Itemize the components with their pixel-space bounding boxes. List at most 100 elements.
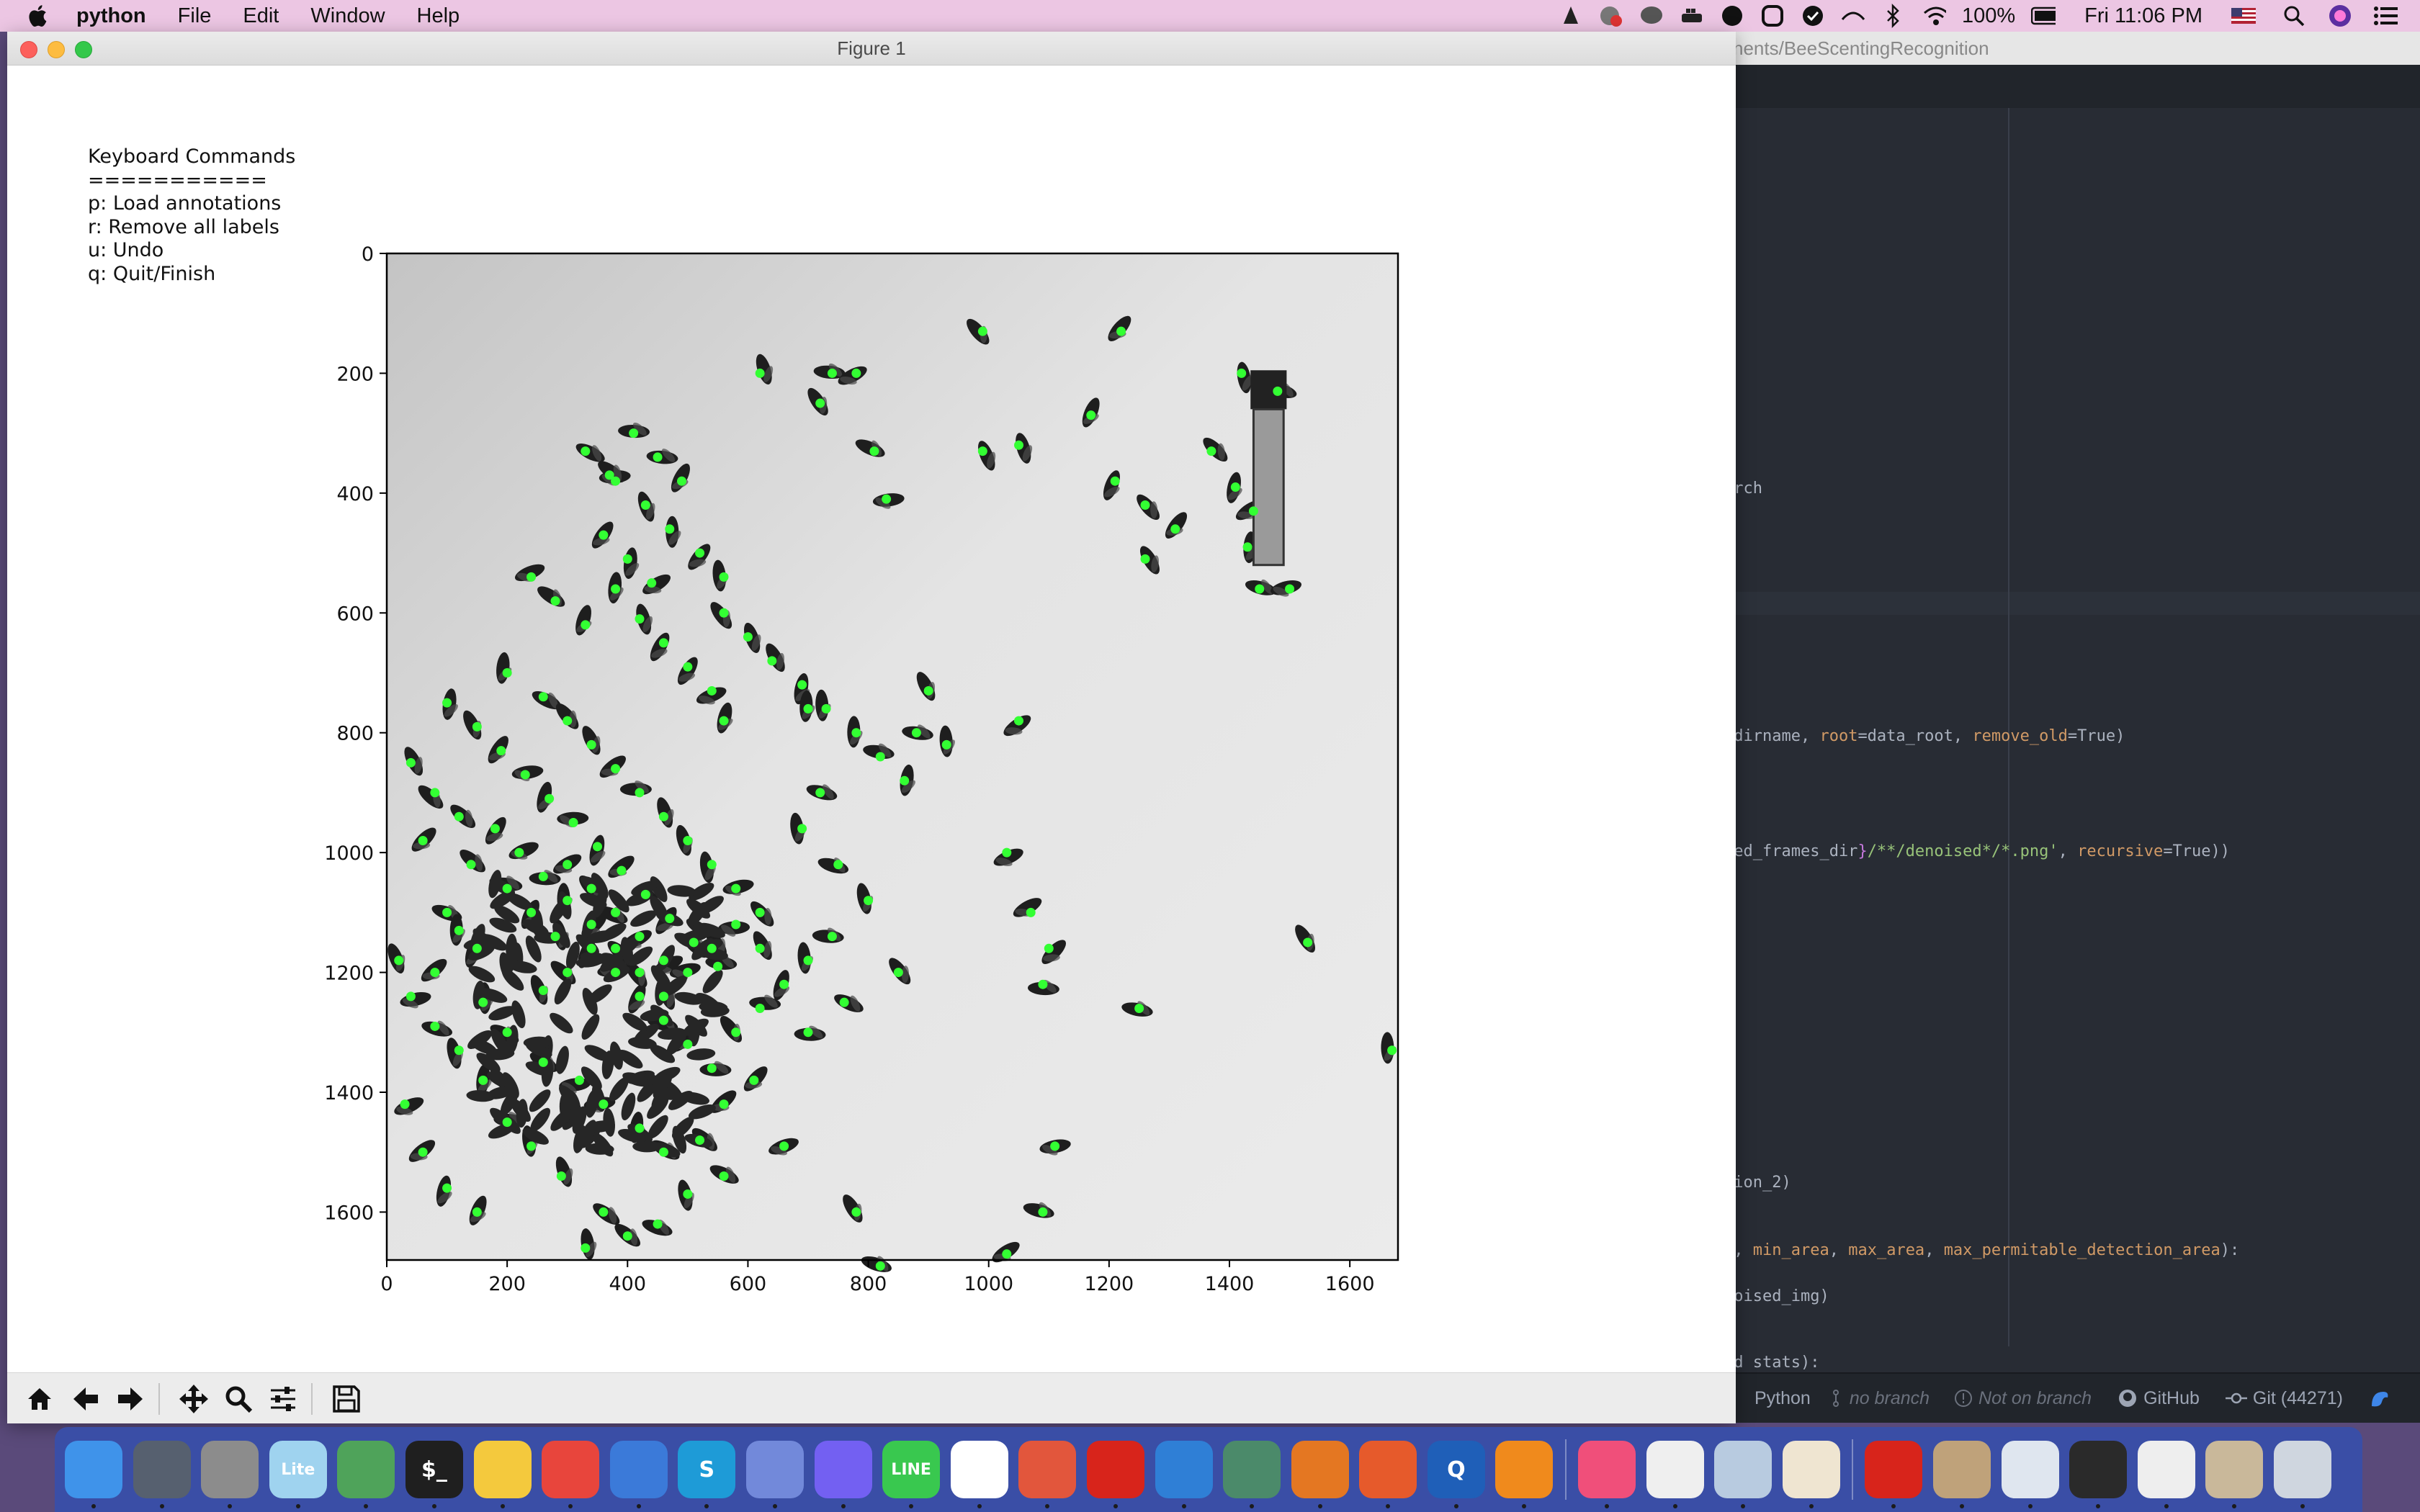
dock-pdf-doc-icon[interactable] [1865,1441,1923,1508]
dock-pinwheel-icon[interactable] [1782,1441,1840,1508]
annotation-marker [1140,554,1150,564]
status-area: 100% Fri 11:06 PM [1543,0,2398,32]
annotation-marker [683,1039,693,1049]
dock-slack-icon[interactable] [950,1441,1008,1508]
docker-status-icon[interactable] [1680,4,1704,28]
dock-textedit-icon[interactable] [1646,1441,1704,1508]
dock-line-icon[interactable]: LINE [882,1441,941,1508]
code-token: , [2058,842,2078,860]
menu-help[interactable]: Help [417,4,460,28]
dock-atom-icon[interactable] [1223,1441,1281,1508]
dock-document-2-icon[interactable] [2137,1441,2195,1508]
battery-icon[interactable] [2031,4,2056,28]
dock-browser-window-icon[interactable] [2205,1441,2264,1508]
dock-chrome-icon[interactable] [542,1441,600,1508]
dock-skype-icon[interactable]: S [678,1441,736,1508]
figure-window: Figure 1 Keyboard Commands =========== p: … [7,32,1736,1423]
bluetooth-icon[interactable] [1881,4,1906,28]
annotation-marker [882,494,892,504]
line-status-icon[interactable] [1639,4,1664,28]
annotation-marker [611,968,621,978]
running-indicator [841,1504,846,1508]
wifi-icon[interactable] [1922,4,1946,28]
running-indicator [977,1504,982,1508]
annotation-marker [454,1045,464,1056]
apple-menu-icon[interactable] [26,3,52,29]
annotation-marker [821,703,831,714]
zoom-button[interactable] [220,1382,256,1416]
plot-area[interactable]: 0 200 400 600 800 1000 1200 1400 1600 0 200 400 600 8… [7,65,1736,1372]
menu-app-python[interactable]: python [76,4,146,28]
dock-discord-icon[interactable] [745,1441,804,1508]
running-indicator [2164,1504,2169,1508]
viber-status-icon[interactable] [1720,4,1744,28]
dock-vlc-icon[interactable] [1495,1441,1554,1508]
dock-itunes-icon[interactable] [1578,1441,1636,1508]
dock-terminal-window-icon[interactable] [2069,1441,2128,1508]
dock-document-1-icon[interactable] [2001,1441,2059,1508]
save-button[interactable] [328,1382,364,1416]
dock-quicktime-icon[interactable]: Q [1427,1441,1485,1508]
notification-center-icon[interactable] [2374,4,2398,28]
forward-button[interactable] [112,1382,148,1416]
running-indicator [1113,1504,1118,1508]
screen-status-icon[interactable] [1760,4,1785,28]
menu-edit[interactable]: Edit [243,4,279,28]
vcs-status[interactable]: Not on branch [1954,1388,2092,1409]
image-axes[interactable]: 0 200 400 600 800 1000 1200 1400 1600 0 200 400 600 8… [324,243,1399,1295]
dock-keynote-icon[interactable] [1155,1441,1213,1508]
dock-network-utility-icon[interactable] [337,1441,395,1508]
squirrel-update-icon[interactable] [2369,1387,2390,1409]
back-button[interactable] [68,1382,104,1416]
vlc-status-icon[interactable] [1559,4,1583,28]
dock-viber-icon[interactable] [814,1441,872,1508]
annotation-marker [803,1027,813,1038]
annotation-marker [1387,1045,1397,1056]
dock-preview-icon[interactable] [1714,1441,1773,1508]
language-indicator[interactable]: Python [1754,1388,1811,1409]
home-button[interactable] [22,1382,58,1416]
dock-matlab-icon[interactable] [1291,1441,1349,1508]
dock-acrobat-icon[interactable] [1086,1441,1144,1508]
x-tick-label: 0 [380,1273,393,1295]
branch-indicator[interactable]: no branch [1832,1388,1930,1409]
menu-file[interactable]: File [178,4,212,28]
editor-tab-bar [1721,65,2420,108]
monitor-status-icon[interactable] [1599,4,1623,28]
dock-system-preferences-icon[interactable] [201,1441,259,1508]
annotation-marker [640,889,650,899]
dock-icon-label: LINE [891,1460,931,1479]
checkmark-status-icon[interactable] [1801,4,1825,28]
x-tick-label: 400 [609,1273,647,1295]
annotation-marker [568,818,578,828]
dock-remote-desktop-icon[interactable] [1018,1441,1077,1508]
menu-window[interactable]: Window [310,4,385,28]
annotation-marker [490,824,500,834]
pan-button[interactable] [176,1382,212,1416]
dock-trash-icon[interactable] [2274,1441,2331,1508]
configure-subplots-button[interactable] [265,1382,301,1416]
annotation-marker [526,572,537,582]
annotation-marker [599,1099,609,1110]
annotation-marker [803,703,813,714]
eye-status-icon[interactable] [1841,4,1865,28]
spotlight-search-icon[interactable] [2282,4,2306,28]
dock-lite-icon[interactable]: Lite [269,1441,327,1508]
annotation-marker [719,608,729,618]
clock[interactable]: Fri 11:06 PM [2084,4,2202,28]
github-button[interactable]: GitHub [2118,1388,2200,1409]
siri-icon[interactable] [2328,4,2352,28]
annotation-marker [640,500,650,510]
us-flag-icon[interactable] [2231,4,2256,28]
dock-terminal-icon[interactable]: $_ [405,1441,463,1508]
git-button[interactable]: Git (44271) [2225,1388,2343,1409]
dock-finder-icon[interactable] [65,1441,122,1508]
annotation-marker [496,746,506,756]
dock-folder-images-icon[interactable] [1933,1441,1991,1508]
annotation-marker [1038,979,1048,989]
dock-launchpad-icon[interactable] [133,1441,191,1508]
dock-screenshot-icon[interactable] [609,1441,668,1508]
x-tick-label: 1200 [1084,1273,1134,1295]
dock-rocket-typist-icon[interactable] [1359,1441,1417,1508]
dock-cyberduck-icon[interactable] [473,1441,532,1508]
